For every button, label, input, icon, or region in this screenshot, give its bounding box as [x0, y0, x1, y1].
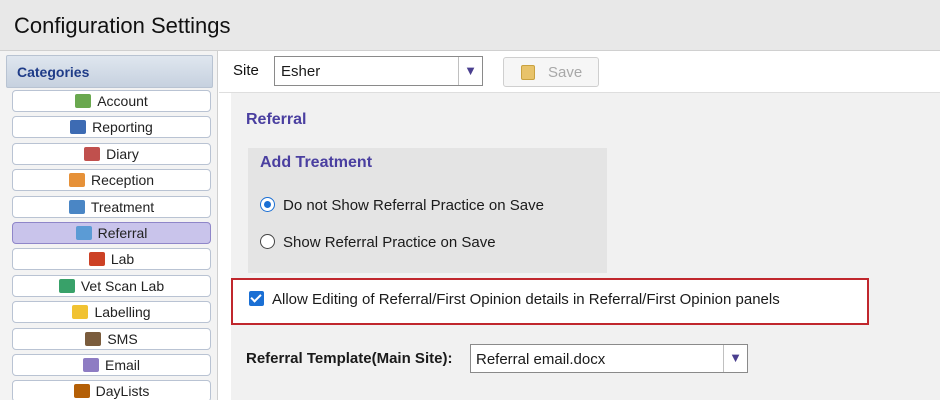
categories-sidebar: Categories Account Reporting Diary Receptio…: [0, 51, 218, 400]
daylists-icon: [73, 384, 90, 398]
category-item-account[interactable]: Account: [12, 90, 211, 112]
radio-option-do-not-show[interactable]: Do not Show Referral Practice on Save: [260, 197, 544, 214]
save-button[interactable]: Save: [503, 57, 599, 87]
category-item-daylists[interactable]: DayLists: [12, 380, 211, 400]
categories-header: Categories: [6, 55, 213, 88]
radio-button[interactable]: [260, 234, 275, 249]
category-item-reception[interactable]: Reception: [12, 169, 211, 191]
category-item-label: Reporting: [92, 119, 153, 135]
category-item-lab[interactable]: Lab: [12, 248, 211, 270]
category-item-label: Email: [104, 357, 140, 373]
category-item-treatment[interactable]: Treatment: [12, 196, 211, 218]
account-icon: [75, 94, 92, 108]
category-item-label: Lab: [110, 251, 135, 267]
referral-template-label: Referral Template(Main Site):: [246, 350, 453, 367]
category-item-label: SMS: [107, 331, 138, 347]
referral-template-value: Referral email.docx: [476, 351, 606, 368]
referral-template-select[interactable]: Referral email.docx ▼: [470, 344, 748, 373]
category-item-label: Reception: [90, 172, 155, 188]
lab-icon: [88, 252, 105, 266]
allow-editing-option[interactable]: Allow Editing of Referral/First Opinion …: [249, 291, 780, 308]
category-item-reporting[interactable]: Reporting: [12, 116, 211, 138]
window-title: Configuration Settings: [14, 13, 231, 38]
category-item-sms[interactable]: SMS: [12, 328, 211, 350]
diary-icon: [84, 147, 101, 161]
category-item-label: Treatment: [90, 199, 155, 215]
reception-icon: [68, 173, 85, 187]
vet-scan-lab-icon: [58, 279, 75, 293]
site-select[interactable]: Esher ▼: [274, 56, 483, 86]
add-treatment-group: Add Treatment Do not Show Referral Pract…: [248, 148, 607, 273]
categories-header-label: Categories: [17, 64, 90, 80]
category-item-label: Diary: [106, 146, 139, 162]
referral-settings-panel: Referral Add Treatment Do not Show Refer…: [231, 93, 940, 400]
category-item-label: Labelling: [94, 304, 151, 320]
email-icon: [82, 358, 99, 372]
site-label: Site: [233, 62, 259, 79]
add-treatment-title: Add Treatment: [260, 154, 373, 171]
sms-icon: [85, 332, 102, 346]
radio-label: Show Referral Practice on Save: [283, 234, 496, 251]
site-select-value: Esher: [281, 63, 321, 80]
category-item-vet-scan-lab[interactable]: Vet Scan Lab: [12, 275, 211, 297]
radio-label: Do not Show Referral Practice on Save: [283, 197, 544, 214]
allow-editing-highlight: Allow Editing of Referral/First Opinion …: [231, 278, 869, 325]
treatment-icon: [68, 200, 85, 214]
radio-button-selected[interactable]: [260, 197, 275, 212]
category-item-email[interactable]: Email: [12, 354, 211, 376]
radio-option-show[interactable]: Show Referral Practice on Save: [260, 234, 496, 251]
chevron-down-icon[interactable]: ▼: [458, 57, 482, 85]
title-bar: Configuration Settings: [0, 0, 940, 51]
section-title: Referral: [246, 111, 307, 128]
allow-editing-label: Allow Editing of Referral/First Opinion …: [272, 291, 780, 308]
category-item-label: Account: [97, 93, 148, 109]
reporting-icon: [70, 120, 87, 134]
category-item-label: Vet Scan Lab: [80, 278, 165, 294]
category-item-diary[interactable]: Diary: [12, 143, 211, 165]
save-button-label: Save: [548, 64, 583, 81]
category-item-label: Referral: [97, 225, 148, 241]
category-item-labelling[interactable]: Labelling: [12, 301, 211, 323]
labelling-icon: [72, 305, 89, 319]
category-item-referral[interactable]: Referral: [12, 222, 211, 244]
floppy-disk-icon: [521, 65, 535, 80]
referral-icon: [75, 226, 92, 240]
chevron-down-icon[interactable]: ▼: [723, 345, 747, 372]
allow-editing-checkbox[interactable]: [249, 291, 264, 306]
toolbar: Site Esher ▼ Save: [219, 51, 940, 93]
category-item-label: DayLists: [95, 383, 150, 399]
